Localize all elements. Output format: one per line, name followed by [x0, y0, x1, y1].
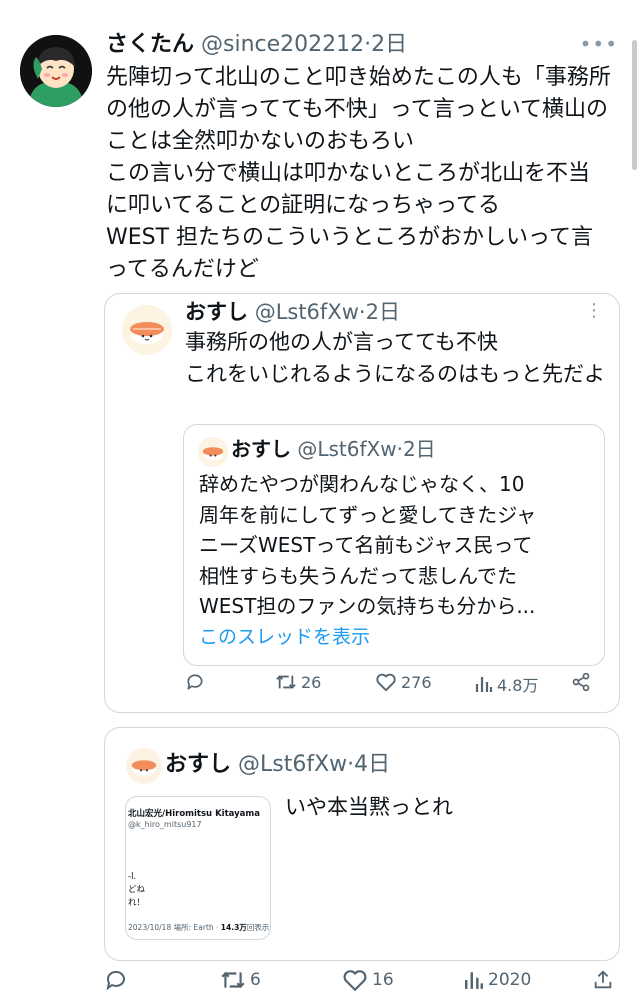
display-name[interactable]: おすし: [165, 752, 231, 777]
image-footer-date: 2023/10/18 場所: Earth ·: [128, 923, 221, 932]
like-button[interactable]: 276: [375, 672, 432, 692]
heart-icon: [376, 673, 396, 692]
user-handle[interactable]: @Lst6fXw: [297, 437, 396, 461]
action-bar: 26 276 4.8万: [185, 672, 605, 702]
views-bar-chart-icon: [475, 677, 493, 692]
nested-quote-tweet[interactable]: おすし @Lst6fXw·2日 辞めたやつが関わんなじゃなく、10 周年を前にし…: [183, 424, 605, 666]
like-count: 16: [372, 970, 394, 990]
timestamp[interactable]: 2日: [366, 300, 400, 324]
avatar[interactable]: [126, 748, 162, 784]
share-button[interactable]: [592, 968, 614, 992]
avatar[interactable]: [122, 305, 172, 355]
attached-image[interactable]: 北山宏光/Hiromitsu Kitayama @k_hiro_mitsu917…: [125, 796, 271, 940]
heart-icon: [343, 970, 367, 992]
display-name[interactable]: おすし: [231, 437, 291, 461]
share-icon: [572, 672, 590, 692]
views-button[interactable]: 4.8万: [475, 672, 538, 696]
more-vertical-icon[interactable]: ⋮: [585, 300, 603, 321]
sushi-avatar-icon: [198, 437, 228, 467]
sushi-avatar-icon: [122, 305, 172, 355]
image-text: -l. どね れ！: [128, 872, 146, 908]
image-handle: @k_hiro_mitsu917: [128, 820, 202, 829]
upload-share-icon: [594, 970, 612, 989]
retweet-button[interactable]: 6: [220, 968, 261, 992]
image-display-name: 北山宏光/Hiromitsu Kitayama: [128, 809, 260, 819]
scrollbar[interactable]: [632, 40, 637, 170]
timestamp[interactable]: 4日: [354, 752, 390, 777]
tweet-text: 先陣切って北山のこと叩き始めたこの人も「事務所の他の人が言ってても不快」って言っ…: [106, 65, 611, 282]
avatar[interactable]: [198, 437, 228, 467]
sushi-avatar-icon: [126, 748, 162, 784]
share-button[interactable]: [571, 672, 591, 692]
views-button[interactable]: 2020: [464, 968, 531, 992]
nested-quote-text: 辞めたやつが関わんなじゃなく、10 周年を前にしてずっと愛してきたジャ ニーズW…: [199, 472, 537, 618]
image-footer: 2023/10/18 場所: Earth · 14.3万回表示: [128, 922, 269, 933]
user-handle[interactable]: @since202212: [201, 32, 364, 57]
timestamp[interactable]: 2日: [403, 437, 436, 461]
more-dots-icon[interactable]: •••: [580, 32, 618, 56]
views-count: 2020: [488, 970, 532, 990]
nested-quote-header: おすし @Lst6fXw·2日: [231, 433, 436, 465]
views-bar-chart-icon: [465, 972, 483, 989]
show-thread-link[interactable]: このスレッドを表示: [199, 622, 370, 649]
separator-dot: ·: [358, 300, 366, 324]
retweet-button[interactable]: 26: [275, 672, 321, 692]
retweet-icon: [276, 675, 296, 689]
quote-text: 事務所の他の人が言ってても不快 これをいじれるようになるのはもっと先だよ: [185, 330, 605, 386]
quote-text: いや本当黙っとれ: [285, 795, 453, 819]
avatar[interactable]: [20, 35, 92, 107]
timestamp[interactable]: 2日: [371, 32, 407, 57]
reply-icon: [106, 970, 125, 991]
views-count: 4.8万: [497, 676, 539, 695]
reply-button[interactable]: [104, 968, 128, 992]
tweet-header: さくたん @since202212·2日: [106, 30, 407, 60]
quote-tweet[interactable]: おすし @Lst6fXw·4日 北山宏光/Hiromitsu Kitayama …: [104, 727, 620, 961]
retweet-count: 6: [250, 970, 261, 990]
like-count: 276: [401, 672, 432, 692]
image-footer-views: 14.3万: [220, 923, 247, 932]
display-name[interactable]: おすし: [185, 300, 248, 324]
reply-icon: [187, 674, 203, 690]
like-button[interactable]: 16: [342, 968, 394, 992]
quote-header: おすし @Lst6fXw·4日: [165, 749, 390, 781]
bottom-action-bar: 6 16 2020: [100, 968, 620, 998]
user-handle[interactable]: @Lst6fXw: [238, 752, 347, 777]
display-name[interactable]: さくたん: [106, 32, 194, 57]
retweet-count: 26: [301, 672, 322, 692]
image-footer-suffix: 回表示: [246, 923, 270, 932]
user-handle[interactable]: @Lst6fXw: [255, 300, 359, 324]
avatar-illustration-icon: [20, 35, 92, 107]
quote-tweet[interactable]: おすし @Lst6fXw·2日 ⋮ 事務所の他の人が言ってても不快 これをいじれ…: [104, 293, 620, 713]
quote-header: おすし @Lst6fXw·2日: [185, 297, 400, 327]
reply-button[interactable]: [185, 672, 205, 692]
retweet-icon: [221, 971, 245, 989]
